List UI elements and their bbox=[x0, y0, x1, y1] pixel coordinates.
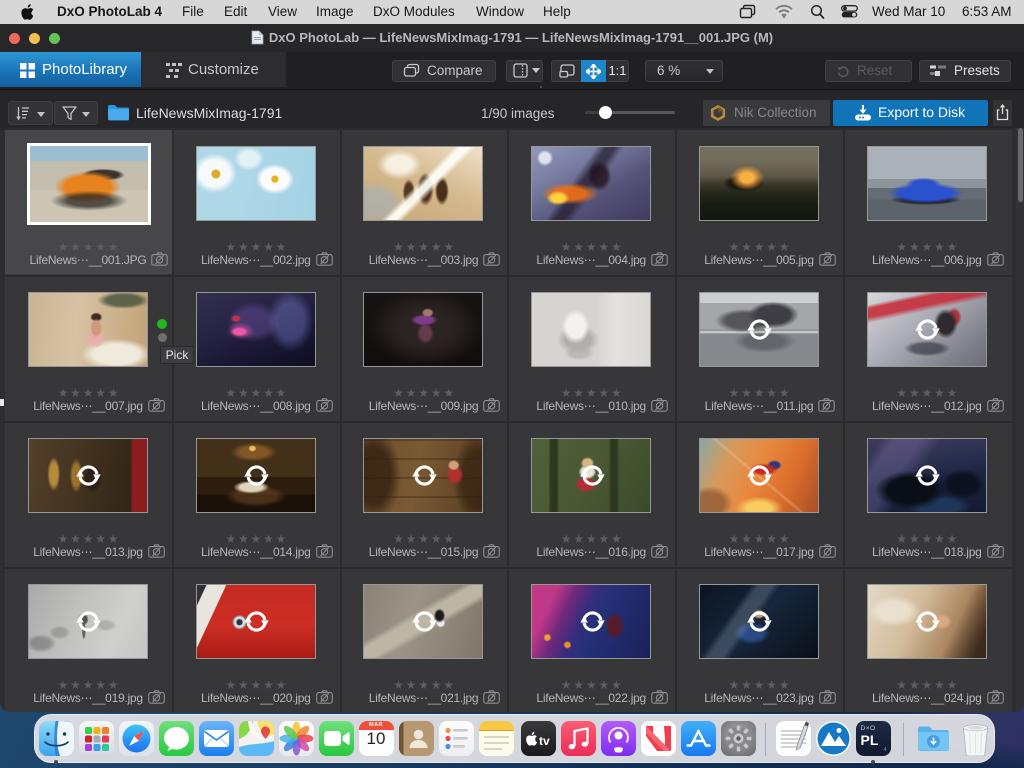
svg-text:tv: tv bbox=[539, 734, 550, 748]
